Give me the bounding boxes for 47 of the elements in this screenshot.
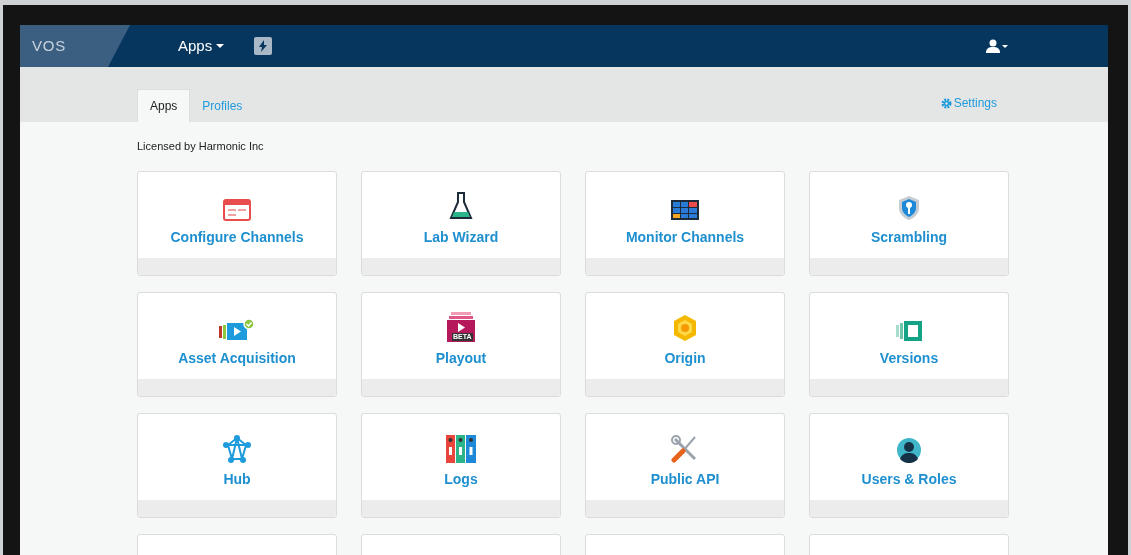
shield-key-icon xyxy=(897,194,921,221)
app-label: Scrambling xyxy=(870,227,948,247)
tab[interactable]: Profiles xyxy=(190,89,255,122)
app-tile[interactable]: Lab Wizard xyxy=(361,170,561,276)
app-tile[interactable]: Origin xyxy=(585,291,785,397)
stacked-pages-icon xyxy=(895,319,923,342)
tab[interactable]: Apps xyxy=(137,89,191,122)
lightning-button[interactable] xyxy=(254,37,273,55)
app-label: Monitor Channels xyxy=(625,227,745,247)
lightning-icon xyxy=(259,40,268,52)
app-tile[interactable]: Monitor Channels xyxy=(585,170,785,276)
gear-icon xyxy=(940,97,952,109)
app-tile[interactable]: Scrambling xyxy=(809,170,1009,276)
app-label: Hub xyxy=(223,469,251,489)
hexagon-icon xyxy=(672,313,698,342)
settings-link[interactable]: Settings xyxy=(940,94,997,112)
wrench-screwdriver-icon xyxy=(671,434,699,463)
video-check-icon xyxy=(218,317,256,342)
user-icon xyxy=(986,39,1000,53)
app-label: Users & Roles xyxy=(861,469,957,489)
app-tile[interactable]: Users & Roles xyxy=(809,412,1009,518)
app-tile[interactable]: Versions xyxy=(809,291,1009,397)
binders-icon xyxy=(446,434,476,463)
app-label: Public API xyxy=(650,469,720,489)
app-label: Asset Acquisition xyxy=(178,348,296,368)
apps-menu[interactable]: Apps xyxy=(177,34,225,58)
app-label: Configure Channels xyxy=(170,227,304,247)
app-label: Playout xyxy=(435,348,487,368)
caret-icon xyxy=(216,44,225,48)
app-tile[interactable]: Asset Acquisition xyxy=(137,291,337,397)
app-label: Versions xyxy=(879,348,939,368)
user-menu-button[interactable] xyxy=(986,39,1008,53)
grid-screen-icon xyxy=(670,198,700,221)
vos-logo[interactable]: VOS xyxy=(32,34,66,58)
app-tile[interactable]: Configure Channels xyxy=(137,170,337,276)
app-label: Origin xyxy=(664,348,706,368)
app-label: Lab Wizard xyxy=(423,227,499,247)
browser-window-icon xyxy=(223,198,251,221)
network-star-icon xyxy=(223,434,251,463)
app-label: Logs xyxy=(444,469,478,489)
app-tile[interactable]: Hub xyxy=(137,412,337,518)
user-avatar-icon xyxy=(896,436,922,463)
app-tile[interactable]: Logs xyxy=(361,412,561,518)
license-note: Licensed by Harmonic Inc xyxy=(137,139,265,154)
caret-icon xyxy=(1002,44,1008,48)
app-tile[interactable]: Public API xyxy=(585,412,785,518)
flask-icon xyxy=(449,190,473,221)
